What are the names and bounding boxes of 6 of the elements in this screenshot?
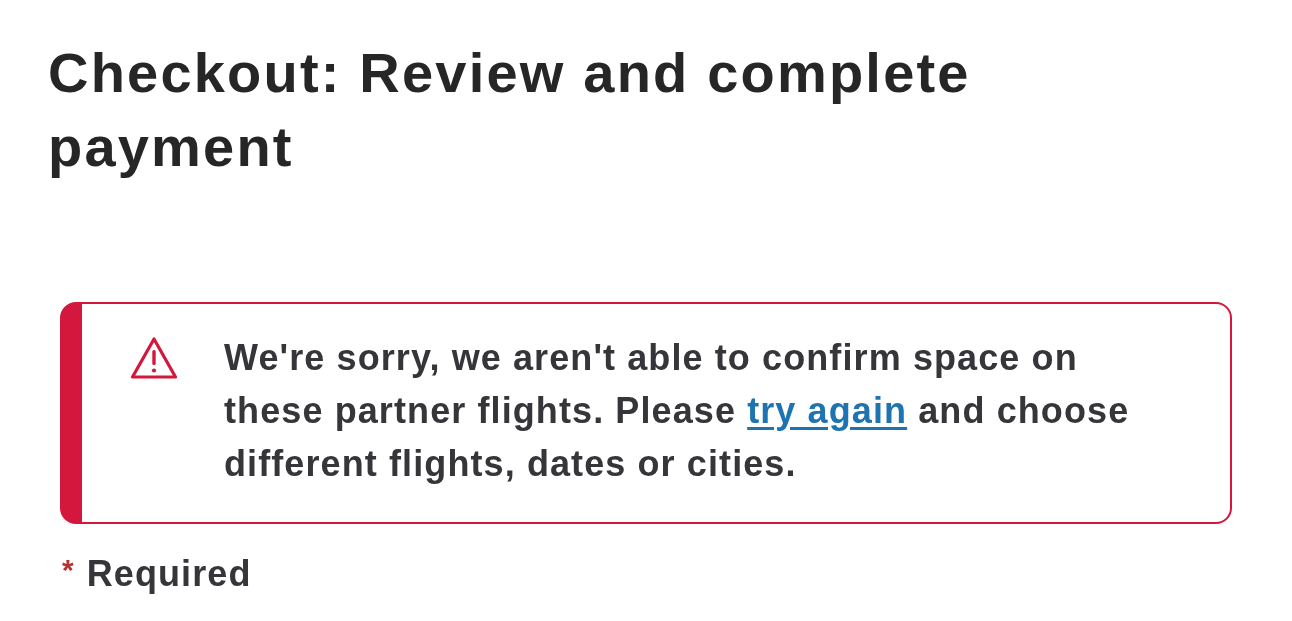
page-title: Checkout: Review and complete payment [48, 40, 972, 180]
warning-icon [130, 336, 178, 380]
try-again-link[interactable]: try again [747, 390, 908, 431]
required-asterisk: * [62, 552, 74, 588]
error-message: We're sorry, we aren't able to confirm space on these partner flights. Please try again and choose different flights, dates or cities. [224, 336, 1131, 486]
required-label: Required [86, 554, 252, 594]
